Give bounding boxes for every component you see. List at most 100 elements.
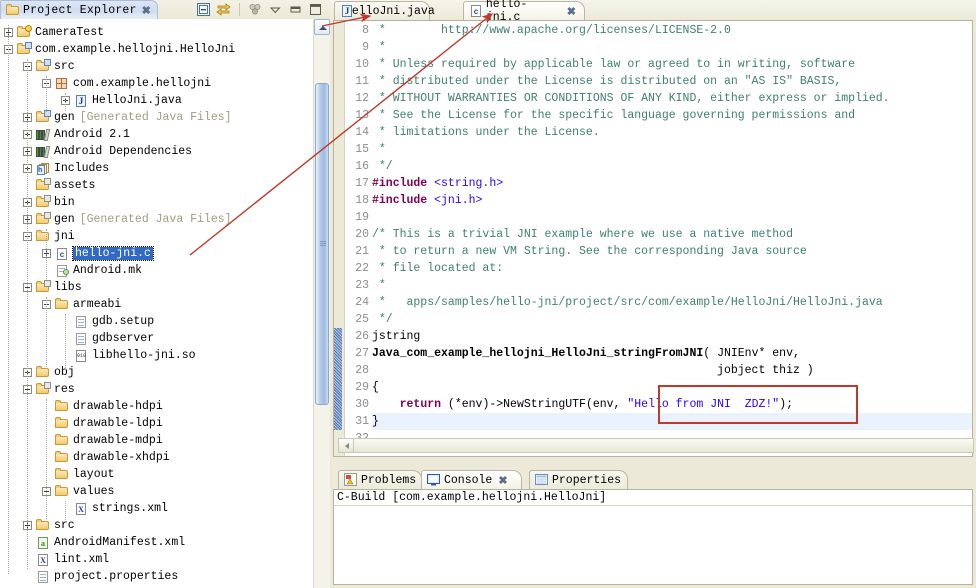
tree-item-strings-xml[interactable]: Xstrings.xml <box>61 500 168 517</box>
tree-item-project-properties[interactable]: project.properties <box>23 568 178 585</box>
tree-item-assets[interactable]: assets <box>23 177 95 194</box>
minimize-icon[interactable] <box>288 2 303 17</box>
collapse-icon[interactable] <box>42 79 51 88</box>
expand-icon[interactable] <box>23 368 32 377</box>
editor-tab-hello-jni-c[interactable]: c hello-jni.c ✖ <box>463 0 585 24</box>
tree-item-armeabi[interactable]: armeabi <box>42 296 121 313</box>
code-editor[interactable]: 8 9 10 11 12 13 14 15 16 17 18 19 20 21 22 23 24 25 26 27 28… <box>333 20 974 457</box>
code-line[interactable]: /* This is a trivial JNI example where w… <box>372 226 793 243</box>
link-with-editor-icon[interactable] <box>216 2 231 17</box>
expand-icon[interactable] <box>23 198 32 207</box>
tree-item-gdb-setup[interactable]: gdb.setup <box>61 313 154 330</box>
tree-item-hellojni-java[interactable]: J HelloJni.java <box>61 92 182 109</box>
code-line[interactable]: * <box>372 39 386 56</box>
tab-properties[interactable]: Properties <box>529 470 628 490</box>
tab-problems[interactable]: Problems <box>338 470 422 490</box>
code-line[interactable]: * http://www.apache.org/licenses/LICENSE… <box>372 22 731 39</box>
tree-item-includes[interactable]: h Includes <box>23 160 109 177</box>
tree-item-libs[interactable]: libs <box>23 279 82 296</box>
tree-item-layout[interactable]: layout <box>42 466 114 483</box>
tree-item-lint-xml[interactable]: Xlint.xml <box>23 551 109 568</box>
tree-item-gen[interactable]: gen [Generated Java Files] <box>23 109 232 126</box>
tree-item-gen[interactable]: gen [Generated Java Files] <box>23 211 232 228</box>
tree-item-android-dependencies[interactable]: Android Dependencies <box>23 143 192 160</box>
code-line[interactable]: * distributed under the License is distr… <box>372 73 841 90</box>
console-view[interactable]: C-Build [com.example.hellojni.HelloJni] <box>333 489 973 585</box>
collapse-icon[interactable] <box>4 45 13 54</box>
close-icon[interactable]: ✖ <box>498 474 507 487</box>
code-line[interactable]: } <box>372 413 379 430</box>
tab-console[interactable]: Console ✖ <box>421 470 522 490</box>
expand-icon[interactable] <box>23 147 32 156</box>
tree-item-android-2-1[interactable]: Android 2.1 <box>23 126 130 143</box>
scrollbar-up-button[interactable] <box>314 19 330 35</box>
code-line[interactable]: * to return a new VM String. See the cor… <box>372 243 807 260</box>
tree-item-gdbserver[interactable]: gdbserver <box>61 330 154 347</box>
collapse-icon[interactable] <box>23 385 32 394</box>
collapse-icon[interactable] <box>23 62 32 71</box>
tree-item-com-example-hellojni-hellojni[interactable]: com.example.hellojni.HelloJni <box>4 41 235 58</box>
maximize-icon[interactable] <box>308 2 323 17</box>
expand-icon[interactable] <box>23 164 32 173</box>
scrollbar-thumb[interactable] <box>315 83 329 405</box>
expand-icon[interactable] <box>61 96 70 105</box>
code-line[interactable]: #include <jni.h> <box>372 192 482 209</box>
expand-icon[interactable] <box>23 215 32 224</box>
view-menu-chevron-down-icon[interactable] <box>268 2 283 17</box>
close-icon[interactable]: ✖ <box>142 4 151 17</box>
tree-item-values[interactable]: values <box>42 483 114 500</box>
code-line[interactable]: * See the License for the specific langu… <box>372 107 855 124</box>
editor-tab-hellojni-java[interactable]: J HelloJni.java <box>334 1 435 20</box>
code-line[interactable]: * <box>372 141 386 158</box>
expand-icon[interactable] <box>42 249 51 258</box>
tree-item-jni[interactable]: jni <box>23 228 75 245</box>
code-line[interactable]: * limitations under the License. <box>372 124 600 141</box>
editor-text-area[interactable]: * http://www.apache.org/licenses/LICENSE… <box>372 21 972 456</box>
code-line[interactable]: { <box>372 379 379 396</box>
expand-icon[interactable] <box>23 113 32 122</box>
code-line[interactable]: #include <string.h> <box>372 175 503 192</box>
tree-item-drawable-ldpi[interactable]: drawable-ldpi <box>42 415 163 432</box>
tree-item-bin[interactable]: bin <box>23 194 75 211</box>
code-line[interactable]: Java_com_example_hellojni_HelloJni_strin… <box>372 345 800 362</box>
code-line[interactable]: * apps/samples/hello-jni/project/src/com… <box>372 294 883 311</box>
tree-item-drawable-mdpi[interactable]: drawable-mdpi <box>42 432 163 449</box>
code-token: <string.h> <box>434 177 504 190</box>
collapse-icon[interactable] <box>42 300 51 309</box>
code-line[interactable]: */ <box>372 158 393 175</box>
scrollbar-left-button[interactable] <box>339 439 354 452</box>
view-menu-dots-icon[interactable] <box>248 2 263 17</box>
code-line[interactable]: * <box>372 277 386 294</box>
code-line[interactable]: jstring <box>372 328 420 345</box>
tree-item-drawable-hdpi[interactable]: drawable-hdpi <box>42 398 163 415</box>
code-line[interactable]: jobject thiz ) <box>372 362 814 379</box>
editor-annotation-ruler[interactable] <box>334 21 345 456</box>
collapse-icon[interactable] <box>42 487 51 496</box>
expand-icon[interactable] <box>23 521 32 530</box>
tree-item-res[interactable]: res <box>23 381 75 398</box>
tree-item-com-example-hellojni[interactable]: com.example.hellojni <box>42 75 211 92</box>
code-line[interactable]: * WITHOUT WARRANTIES OR CONDITIONS OF AN… <box>372 90 890 107</box>
tab-project-explorer[interactable]: Project Explorer ✖ <box>0 0 158 19</box>
expand-icon[interactable] <box>4 28 13 37</box>
collapse-icon[interactable] <box>23 283 32 292</box>
tree-item-androidmanifest-xml[interactable]: a AndroidManifest.xml <box>23 534 185 551</box>
tree-item-android-mk[interactable]: Android.mk <box>42 262 142 279</box>
close-icon[interactable]: ✖ <box>567 5 576 18</box>
code-line[interactable]: * Unless required by applicable law or a… <box>372 56 855 73</box>
tree-item-libhello-jni-so[interactable]: 010 libhello-jni.so <box>61 347 196 364</box>
tree-item-src[interactable]: src <box>23 517 75 534</box>
code-line[interactable]: */ <box>372 311 393 328</box>
tree-item-hello-jni-c[interactable]: c hello-jni.c <box>42 245 154 262</box>
collapse-icon[interactable] <box>23 232 32 241</box>
tree-item-cameratest[interactable]: CameraTest <box>4 24 104 41</box>
expand-icon[interactable] <box>23 130 32 139</box>
project-tree-scrollbar[interactable] <box>313 19 330 588</box>
project-tree[interactable]: CameraTest com.example.hellojni.HelloJni s… <box>0 19 330 588</box>
tree-item-obj[interactable]: obj <box>23 364 75 381</box>
tree-item-drawable-xhdpi[interactable]: drawable-xhdpi <box>42 449 170 466</box>
editor-horizontal-scrollbar[interactable] <box>338 438 974 453</box>
tree-item-src[interactable]: src <box>23 58 75 75</box>
code-line[interactable]: * file located at: <box>372 260 503 277</box>
collapse-all-icon[interactable] <box>196 2 211 17</box>
